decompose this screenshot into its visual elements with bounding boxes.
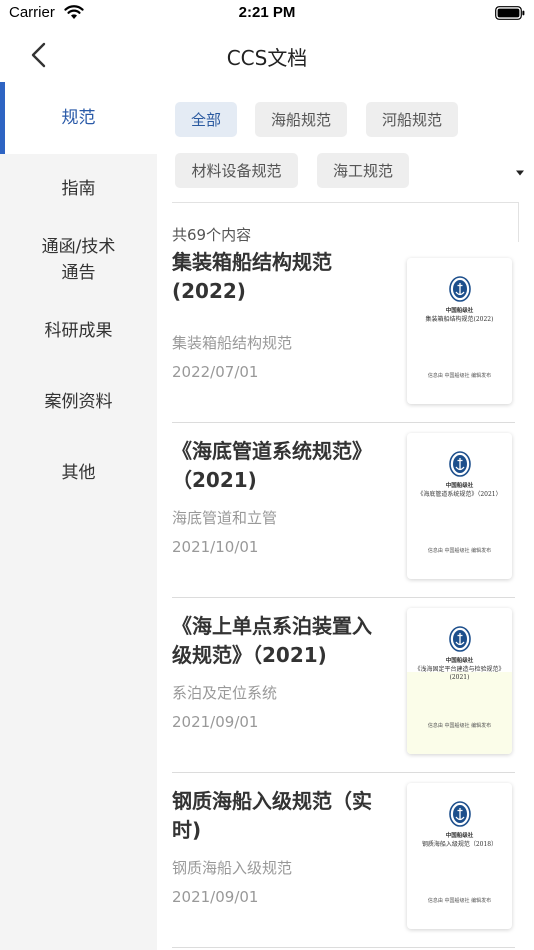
- cover-publisher: 信息由 中国船级社 编辑发布: [427, 373, 492, 379]
- document-item[interactable]: 集装箱船结构规范(2022) 集装箱船结构规范 2022/07/01 中国船级社…: [172, 248, 515, 423]
- sidebar-item-cases[interactable]: 案例资料: [0, 366, 157, 438]
- cover-title: 《浅海固定平台建造与检验规范》(2021): [414, 666, 505, 681]
- cover-publisher: 信息由 中国船级社 编辑发布: [427, 548, 492, 554]
- filter-divider: [172, 202, 519, 203]
- document-cover: 中国船级社 《浅海固定平台建造与检验规范》(2021) 信息由 中国船级社 编辑…: [407, 608, 512, 754]
- category-sidebar: 规范 指南 通函/技术 通告 科研成果 案例资料 其他: [0, 82, 157, 950]
- filter-chip-sea-ship[interactable]: 海船规范: [255, 102, 347, 137]
- document-title: 钢质海船入级规范（实时): [172, 789, 372, 842]
- sidebar-item-label: 规范: [61, 108, 96, 128]
- item-divider: [172, 947, 515, 948]
- cover-title: 集装箱船结构规范(2022): [425, 316, 494, 323]
- sidebar-item-notices[interactable]: 通函/技术 通告: [0, 224, 157, 296]
- anchor-logo-icon: [449, 801, 471, 827]
- cover-org: 中国船级社: [445, 483, 474, 489]
- document-title: 集装箱船结构规范(2022): [172, 250, 332, 303]
- sidebar-item-zhinan[interactable]: 指南: [0, 154, 157, 224]
- document-cover: 中国船级社 集装箱船结构规范(2022) 信息由 中国船级社 编辑发布: [407, 258, 512, 404]
- document-date: 2022/07/01: [172, 363, 259, 381]
- cover-org: 中国船级社: [445, 658, 474, 664]
- filter-chip-materials[interactable]: 材料设备规范: [175, 153, 298, 188]
- sidebar-item-label: 科研成果: [44, 321, 113, 341]
- anchor-logo-icon: [449, 626, 471, 652]
- document-date: 2021/10/01: [172, 538, 259, 556]
- caret-down-icon[interactable]: [515, 169, 525, 177]
- document-date: 2021/09/01: [172, 888, 259, 906]
- status-bar: Carrier 2:21 PM: [0, 0, 534, 28]
- sidebar-item-label: 案例资料: [44, 392, 113, 412]
- sidebar-item-label: 其他: [61, 463, 96, 483]
- document-item[interactable]: 《海上单点系泊装置入级规范》（2021) 系泊及定位系统 2021/09/01 …: [172, 598, 515, 773]
- document-subtitle: 钢质海船入级规范: [172, 859, 293, 877]
- cover-title: 钢质海船入级规范（2018）: [421, 841, 498, 848]
- filter-chip-river-ship[interactable]: 河船规范: [366, 102, 458, 137]
- sidebar-item-other[interactable]: 其他: [0, 438, 157, 508]
- active-indicator: [0, 82, 5, 154]
- filter-chip-all[interactable]: 全部: [175, 102, 237, 137]
- filter-chip-offshore[interactable]: 海工规范: [317, 153, 409, 188]
- sidebar-item-research[interactable]: 科研成果: [0, 296, 157, 366]
- document-list-panel: 全部 海船规范 河船规范 材料设备规范 海工规范 共69个内容 集装箱船结构规范…: [157, 82, 534, 950]
- filter-divider-vertical: [518, 202, 519, 242]
- cover-title: 《海底管道系统规范》（2021）: [417, 491, 502, 498]
- result-count: 共69个内容: [172, 226, 252, 244]
- cover-publisher: 信息由 中国船级社 编辑发布: [427, 898, 492, 904]
- document-item[interactable]: 钢质海船入级规范（实时) 钢质海船入级规范 2021/09/01 中国船级社 钢…: [172, 773, 515, 948]
- document-title: 《海底管道系统规范》（2021): [172, 439, 372, 492]
- anchor-logo-icon: [449, 451, 471, 477]
- cover-tint: [407, 672, 512, 754]
- sidebar-item-label: 通函/技术 通告: [41, 237, 116, 283]
- document-subtitle: 系泊及定位系统: [172, 684, 278, 702]
- document-date: 2021/09/01: [172, 713, 259, 731]
- document-subtitle: 集装箱船结构规范: [172, 334, 293, 352]
- status-time: 2:21 PM: [238, 4, 296, 21]
- battery-icon: [495, 6, 525, 20]
- cover-publisher: 信息由 中国船级社 编辑发布: [427, 723, 492, 729]
- anchor-logo-icon: [449, 276, 471, 302]
- cover-org: 中国船级社: [445, 833, 474, 839]
- sidebar-item-label: 指南: [61, 179, 96, 199]
- page-title: CCS文档: [226, 46, 308, 70]
- navigation-bar: CCS文档: [0, 28, 534, 82]
- document-title: 《海上单点系泊装置入级规范》（2021): [172, 614, 372, 667]
- document-item[interactable]: 《海底管道系统规范》（2021) 海底管道和立管 2021/10/01 中国船级…: [172, 423, 515, 598]
- sidebar-item-guifan[interactable]: 规范: [0, 82, 157, 154]
- document-cover: 中国船级社 《海底管道系统规范》（2021） 信息由 中国船级社 编辑发布: [407, 433, 512, 579]
- document-cover: 中国船级社 钢质海船入级规范（2018） 信息由 中国船级社 编辑发布: [407, 783, 512, 929]
- document-subtitle: 海底管道和立管: [172, 509, 278, 527]
- cover-org: 中国船级社: [445, 308, 474, 314]
